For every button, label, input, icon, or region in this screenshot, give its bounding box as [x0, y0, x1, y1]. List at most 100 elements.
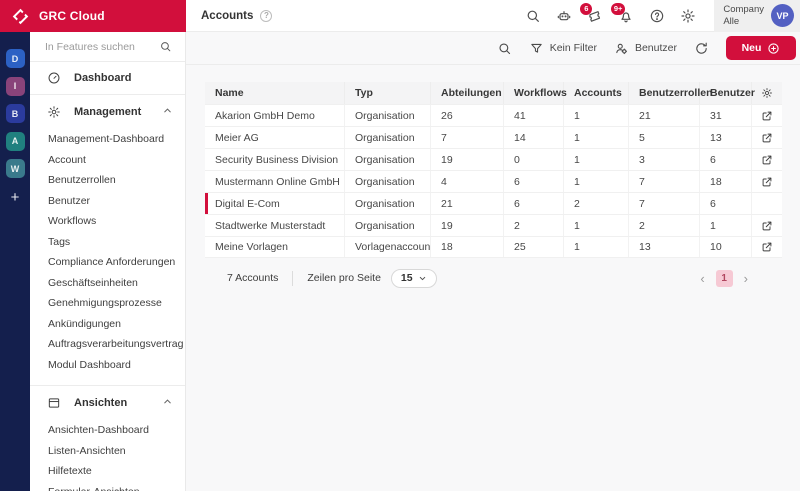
sidebar-item-formular-ansichten[interactable]: Formular-Ansichten — [30, 482, 185, 491]
sidebar-section-ansichten[interactable]: Ansichten — [30, 388, 185, 418]
table-header: Name Typ Abteilungen Workflows Accounts … — [205, 82, 782, 104]
user-avatar[interactable]: VP — [771, 4, 794, 27]
workspace-avatar[interactable]: I — [6, 77, 25, 96]
filter-button[interactable]: Kein Filter — [529, 41, 597, 56]
sidebar-item-hilfetexte[interactable]: Hilfetexte — [30, 461, 185, 482]
settings-gear-icon[interactable] — [680, 8, 696, 24]
sidebar-item-tags[interactable]: Tags — [30, 232, 185, 253]
company-switcher[interactable]: Company Alle VP — [714, 0, 800, 32]
workspace-avatar[interactable]: A — [6, 132, 25, 151]
open-in-new-icon — [761, 220, 773, 232]
table-row[interactable]: Meier AG Organisation 7 14 1 5 13 — [205, 126, 782, 148]
app-window: GRC Cloud Accounts ? 6 9+ — [0, 0, 800, 491]
plus-circle-icon — [767, 42, 780, 55]
cell-name: Digital E-Com — [205, 193, 345, 214]
chatbot-icon[interactable] — [556, 8, 572, 24]
table-row[interactable]: Security Business Division Organisation … — [205, 148, 782, 170]
sidebar-item-ansichten-dashboard[interactable]: Ansichten-Dashboard — [30, 420, 185, 441]
open-account-button[interactable] — [752, 215, 782, 236]
prev-page-button[interactable]: ‹ — [700, 272, 704, 285]
table-row[interactable]: Stadtwerke Musterstadt Organisation 19 2… — [205, 214, 782, 236]
table-row-selected[interactable]: Digital E-Com Organisation 21 6 2 7 6 — [205, 192, 782, 214]
sidebar-item-benutzer[interactable]: Benutzer — [30, 191, 185, 212]
sidebar-item-modul-dashboard[interactable]: Modul Dashboard — [30, 355, 185, 376]
column-settings-button[interactable] — [752, 82, 782, 104]
rows-per-page-select[interactable]: 15 — [391, 269, 437, 288]
next-page-button[interactable]: › — [744, 272, 748, 285]
new-button[interactable]: Neu — [726, 36, 796, 60]
cell-benutzerrollen: 13 — [629, 237, 700, 257]
open-account-button[interactable] — [752, 237, 782, 257]
cell-benutzer: 13 — [700, 127, 752, 148]
bell-icon[interactable]: 9+ — [618, 8, 634, 24]
open-account-button[interactable] — [752, 127, 782, 148]
chevron-down-icon — [418, 274, 427, 283]
rows-per-page-label: Zeilen pro Seite — [307, 272, 381, 284]
cell-benutzer: 18 — [700, 171, 752, 192]
sidebar-item-benutzerrollen[interactable]: Benutzerrollen — [30, 170, 185, 191]
accounts-count: 7 Accounts — [227, 272, 278, 284]
open-account-button[interactable] — [752, 149, 782, 170]
sidebar-item-management-dashboard[interactable]: Management-Dashboard — [30, 129, 185, 150]
brand[interactable]: GRC Cloud — [0, 0, 186, 32]
col-header-accounts[interactable]: Accounts — [564, 82, 629, 104]
users-button[interactable]: Benutzer — [614, 41, 677, 56]
sidebar-item-auftragsverarbeitungsvertrag[interactable]: Auftragsverarbeitungsvertrag — [30, 334, 185, 355]
brand-name: GRC Cloud — [39, 9, 105, 23]
sidebar-item-genehmigungsprozesse[interactable]: Genehmigungsprozesse — [30, 293, 185, 314]
cell-accounts: 1 — [564, 237, 629, 257]
company-label: Company Alle — [723, 4, 764, 27]
sidebar-item-ankuendigungen[interactable]: Ankündigungen — [30, 314, 185, 335]
cell-workflows: 6 — [504, 171, 564, 192]
col-header-benutzer[interactable]: Benutzer — [700, 82, 752, 104]
chevron-up-icon — [162, 396, 173, 410]
management-items: Management-Dashboard Account Benutzerrol… — [30, 127, 185, 383]
table-row[interactable]: Mustermann Online GmbH Organisation 4 6 … — [205, 170, 782, 192]
tickets-icon[interactable]: 6 — [587, 8, 603, 24]
cell-typ: Organisation — [345, 149, 431, 170]
help-icon[interactable] — [649, 8, 665, 24]
open-account-button[interactable] — [752, 171, 782, 192]
table-row[interactable]: Meine Vorlagen Vorlagenaccount 18 25 1 1… — [205, 236, 782, 258]
cell-workflows: 25 — [504, 237, 564, 257]
new-button-label: Neu — [742, 42, 762, 54]
open-account-button[interactable] — [752, 105, 782, 126]
sidebar-item-dashboard[interactable]: Dashboard — [30, 64, 185, 92]
cell-accounts: 1 — [564, 105, 629, 126]
cell-typ: Organisation — [345, 171, 431, 192]
search-icon[interactable] — [525, 8, 541, 24]
col-header-workflows[interactable]: Workflows — [504, 82, 564, 104]
add-workspace-button[interactable]: + — [11, 189, 20, 206]
sidebar-item-compliance-anforderungen[interactable]: Compliance Anforderungen — [30, 252, 185, 273]
feature-search[interactable] — [30, 32, 185, 62]
workspace-avatar[interactable]: B — [6, 104, 25, 123]
table-area: Name Typ Abteilungen Workflows Accounts … — [186, 65, 800, 289]
sidebar-item-workflows[interactable]: Workflows — [30, 211, 185, 232]
funnel-icon — [529, 41, 544, 56]
table-search-button[interactable] — [497, 41, 512, 56]
cell-name: Akarion GmbH Demo — [205, 105, 345, 126]
divider — [30, 94, 185, 95]
page-help-icon[interactable]: ? — [260, 10, 272, 22]
accounts-table: Name Typ Abteilungen Workflows Accounts … — [205, 82, 782, 258]
cell-benutzer: 1 — [700, 215, 752, 236]
topbar-actions: 6 9+ Company Alle VP — [525, 0, 800, 32]
col-header-typ[interactable]: Typ — [345, 82, 431, 104]
sidebar-section-management[interactable]: Management — [30, 97, 185, 127]
table-row[interactable]: Akarion GmbH Demo Organisation 26 41 1 2… — [205, 104, 782, 126]
cell-benutzerrollen: 5 — [629, 127, 700, 148]
cell-accounts: 1 — [564, 127, 629, 148]
workspace-avatar[interactable]: D — [6, 49, 25, 68]
col-header-benutzerrollen[interactable]: Benutzerrollen — [629, 82, 700, 104]
current-page[interactable]: 1 — [716, 270, 733, 287]
workspace-avatar[interactable]: W — [6, 159, 25, 178]
col-header-name[interactable]: Name — [205, 82, 345, 104]
sidebar-item-account[interactable]: Account — [30, 150, 185, 171]
refresh-button[interactable] — [694, 41, 709, 56]
feature-search-input[interactable] — [45, 41, 153, 53]
toolbar: Kein Filter Benutzer Neu — [186, 32, 800, 65]
sidebar-item-listen-ansichten[interactable]: Listen-Ansichten — [30, 441, 185, 462]
sidebar-item-geschaeftseinheiten[interactable]: Geschäftseinheiten — [30, 273, 185, 294]
col-header-abteilungen[interactable]: Abteilungen — [431, 82, 504, 104]
main-content: Kein Filter Benutzer Neu Name — [186, 32, 800, 491]
